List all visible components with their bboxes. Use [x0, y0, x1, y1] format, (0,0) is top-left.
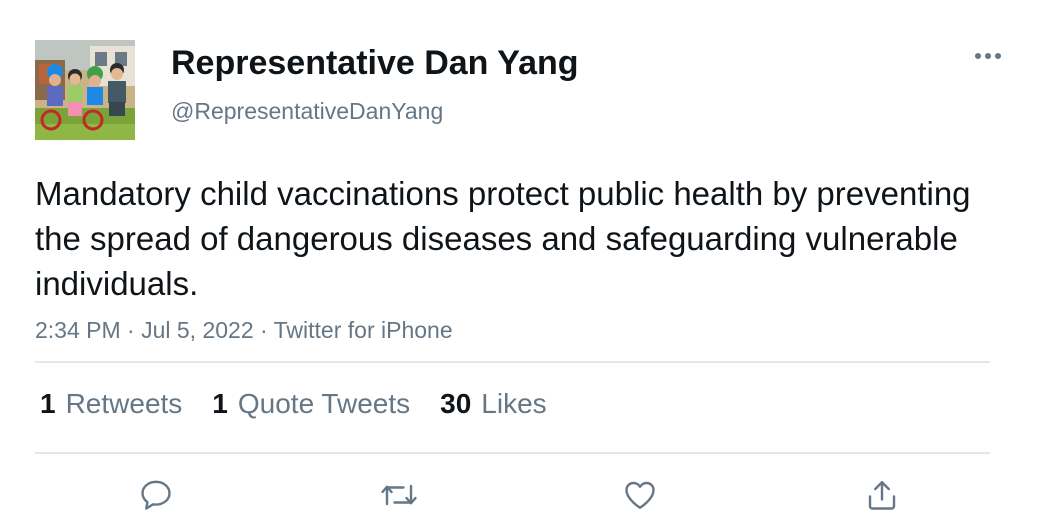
retweet-button[interactable] — [374, 470, 424, 520]
tweet-timestamp-source[interactable]: 2:34 PM · Jul 5, 2022 · Twitter for iPho… — [35, 314, 453, 346]
share-icon — [868, 481, 896, 510]
tweet-text: Mandatory child vaccinations protect pub… — [35, 175, 971, 302]
retweets-stat[interactable]: 1 Retweets — [40, 386, 182, 422]
tweet-detail: Representative Dan Yang @RepresentativeD… — [0, 0, 1050, 525]
more-options-button[interactable] — [966, 40, 1010, 72]
engagement-stats: 1 Retweets 1 Quote Tweets 30 Likes — [40, 386, 577, 422]
quote-tweets-label: Quote Tweets — [237, 388, 411, 419]
likes-label: Likes — [481, 388, 547, 419]
like-button[interactable] — [615, 470, 665, 520]
user-handle[interactable]: @RepresentativeDanYang — [171, 96, 443, 126]
quote-tweets-stat[interactable]: 1 Quote Tweets — [212, 386, 410, 422]
divider — [35, 452, 990, 454]
display-name[interactable]: Representative Dan Yang — [171, 43, 579, 83]
likes-count: 30 — [440, 388, 472, 419]
more-options-icon — [975, 53, 1001, 59]
likes-stat[interactable]: 30 Likes — [440, 386, 547, 422]
quote-tweets-count: 1 — [212, 388, 228, 419]
family-photo-avatar-icon — [35, 40, 135, 140]
share-button[interactable] — [857, 470, 907, 520]
avatar[interactable] — [35, 40, 135, 140]
like-icon — [625, 481, 655, 509]
retweets-count: 1 — [40, 388, 56, 419]
reply-icon — [141, 480, 171, 510]
retweet-icon — [381, 484, 417, 506]
divider — [35, 361, 990, 363]
retweets-label: Retweets — [65, 388, 183, 419]
reply-button[interactable] — [131, 470, 181, 520]
